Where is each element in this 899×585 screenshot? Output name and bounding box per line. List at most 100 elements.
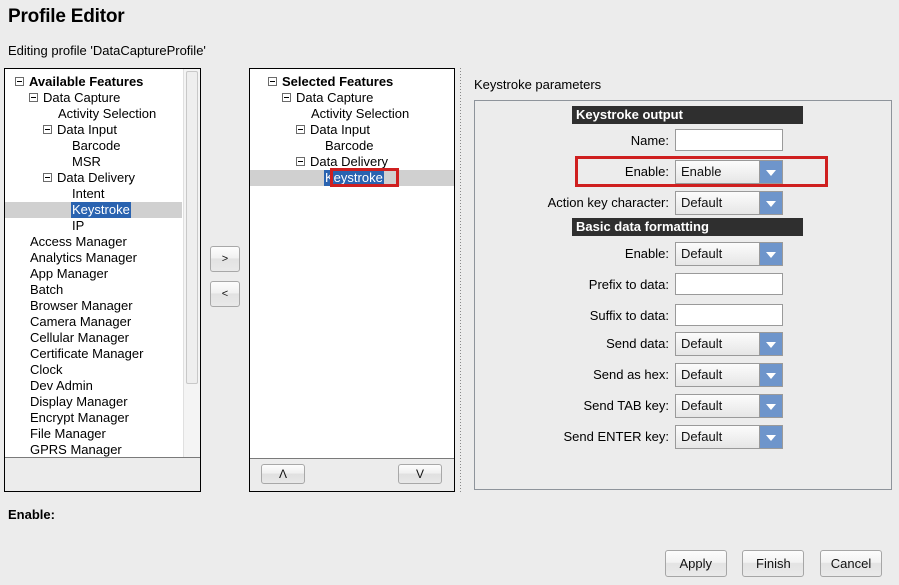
tree-item-label: Data Delivery <box>310 154 389 169</box>
chevron-down-icon[interactable] <box>759 243 782 265</box>
available-item-certificate-manager[interactable]: Certificate Manager <box>5 346 182 362</box>
move-up-button[interactable]: Λ <box>261 464 305 484</box>
available-item-keystroke[interactable]: Keystroke <box>5 202 182 218</box>
available-features-panel: Available Features Data Capture Activity S… <box>4 68 201 492</box>
field-label-enable: Enable: <box>624 164 669 179</box>
tree-item-label: Activity Selection <box>311 106 410 121</box>
selected-item-barcode[interactable]: Barcode <box>250 138 454 154</box>
selected-item-data-capture[interactable]: Data Capture <box>250 90 454 106</box>
available-item-batch[interactable]: Batch <box>5 282 182 298</box>
available-item-ip[interactable]: IP <box>5 218 182 234</box>
collapse-expander-icon[interactable] <box>282 93 291 103</box>
tree-item-label: Data Input <box>57 122 117 137</box>
collapse-expander-icon[interactable] <box>43 173 52 183</box>
collapse-expander-icon[interactable] <box>268 77 277 87</box>
keystroke-parameters-title: Keystroke parameters <box>474 77 602 92</box>
available-item-cellular-manager[interactable]: Cellular Manager <box>5 330 182 346</box>
available-item-msr[interactable]: MSR <box>5 154 182 170</box>
move-down-button[interactable]: V <box>398 464 442 484</box>
collapse-expander-icon[interactable] <box>296 157 305 167</box>
chevron-down-icon[interactable] <box>759 192 782 214</box>
available-item-barcode[interactable]: Barcode <box>5 138 182 154</box>
available-features-tree[interactable]: Available Features Data Capture Activity S… <box>5 69 182 457</box>
selected-item-selected-features[interactable]: Selected Features <box>250 74 454 90</box>
available-features-scrollbar[interactable] <box>183 69 200 457</box>
collapse-expander-icon[interactable] <box>43 125 52 135</box>
dropdown-value-send-as-hex: Default <box>681 367 723 382</box>
dropdown-value-send-tab-key: Default <box>681 398 723 413</box>
available-item-clock[interactable]: Clock <box>5 362 182 378</box>
chevron-down-icon[interactable] <box>759 395 782 417</box>
tree-item-label: Clock <box>30 362 63 377</box>
field-row-send-as-hex: Send as hex: Default <box>475 363 891 389</box>
tree-item-label: Activity Selection <box>58 106 157 121</box>
field-row-suffix-to-data: Suffix to data: <box>475 304 891 330</box>
available-item-data-delivery[interactable]: Data Delivery <box>5 170 182 186</box>
dropdown-value-enable: Default <box>681 246 723 261</box>
field-label-suffix-to-data: Suffix to data: <box>589 308 669 323</box>
input-suffix-to-data[interactable] <box>675 304 783 326</box>
tree-item-label: Barcode <box>72 138 121 153</box>
field-row-send-data: Send data: Default <box>475 332 891 358</box>
chevron-down-icon[interactable] <box>759 161 782 183</box>
selected-item-data-input[interactable]: Data Input <box>250 122 454 138</box>
field-row-prefix-to-data: Prefix to data: <box>475 273 891 299</box>
finish-button[interactable]: Finish <box>742 550 805 577</box>
tree-item-label: Batch <box>30 282 64 297</box>
dropdown-enable[interactable]: Enable <box>675 160 783 184</box>
tree-item-label: Data Capture <box>296 90 374 105</box>
collapse-expander-icon[interactable] <box>29 93 38 103</box>
field-label-send-data: Send data: <box>606 336 669 351</box>
available-item-camera-manager[interactable]: Camera Manager <box>5 314 182 330</box>
collapse-expander-icon[interactable] <box>296 125 305 135</box>
collapse-expander-icon[interactable] <box>15 77 24 87</box>
selected-features-panel: Selected Features Data Capture Activity Se… <box>249 68 455 492</box>
cancel-button[interactable]: Cancel <box>820 550 882 577</box>
dropdown-action-key-character[interactable]: Default <box>675 191 783 215</box>
tree-item-label: Data Delivery <box>57 170 136 185</box>
available-item-data-input[interactable]: Data Input <box>5 122 182 138</box>
dropdown-send-as-hex[interactable]: Default <box>675 363 783 387</box>
available-item-encrypt-manager[interactable]: Encrypt Manager <box>5 410 182 426</box>
available-item-intent[interactable]: Intent <box>5 186 182 202</box>
chevron-down-icon[interactable] <box>759 364 782 386</box>
editing-profile-label: Editing profile 'DataCaptureProfile' <box>8 43 206 58</box>
available-item-available-features[interactable]: Available Features <box>5 74 182 90</box>
input-name[interactable] <box>675 129 783 151</box>
available-item-gprs-manager[interactable]: GPRS Manager <box>5 442 182 457</box>
scrollbar-thumb[interactable] <box>186 71 198 384</box>
chevron-down-icon[interactable] <box>759 333 782 355</box>
available-item-dev-admin[interactable]: Dev Admin <box>5 378 182 394</box>
dropdown-send-tab-key[interactable]: Default <box>675 394 783 418</box>
tree-item-label: Data Capture <box>43 90 121 105</box>
add-feature-button[interactable]: > <box>210 246 240 272</box>
available-item-display-manager[interactable]: Display Manager <box>5 394 182 410</box>
selected-item-keystroke[interactable]: Keystroke <box>250 170 454 186</box>
selected-item-activity-selection[interactable]: Activity Selection <box>250 106 454 122</box>
tree-item-label: Data Input <box>310 122 370 137</box>
available-item-browser-manager[interactable]: Browser Manager <box>5 298 182 314</box>
footer-enable-label: Enable: <box>8 507 55 522</box>
field-label-send-as-hex: Send as hex: <box>593 367 669 382</box>
chevron-down-icon[interactable] <box>759 426 782 448</box>
section-header-keystroke-output: Keystroke output <box>572 106 803 124</box>
available-item-data-capture[interactable]: Data Capture <box>5 90 182 106</box>
available-item-file-manager[interactable]: File Manager <box>5 426 182 442</box>
selected-features-toolbar: Λ V <box>250 459 454 491</box>
dropdown-send-enter-key[interactable]: Default <box>675 425 783 449</box>
dropdown-enable[interactable]: Default <box>675 242 783 266</box>
field-label-enable: Enable: <box>624 246 669 261</box>
dropdown-send-data[interactable]: Default <box>675 332 783 356</box>
selected-features-tree[interactable]: Selected Features Data Capture Activity Se… <box>250 69 454 459</box>
input-prefix-to-data[interactable] <box>675 273 783 295</box>
available-item-activity-selection[interactable]: Activity Selection <box>5 106 182 122</box>
selected-item-data-delivery[interactable]: Data Delivery <box>250 154 454 170</box>
panel-splitter[interactable] <box>457 68 464 492</box>
apply-button[interactable]: Apply <box>664 550 727 577</box>
remove-feature-button[interactable]: < <box>210 281 240 307</box>
tree-item-label: Selected Features <box>282 74 394 89</box>
available-item-analytics-manager[interactable]: Analytics Manager <box>5 250 182 266</box>
keystroke-parameters-panel: Keystroke output Name: Enable: Enable Action… <box>474 100 892 490</box>
available-item-access-manager[interactable]: Access Manager <box>5 234 182 250</box>
available-item-app-manager[interactable]: App Manager <box>5 266 182 282</box>
